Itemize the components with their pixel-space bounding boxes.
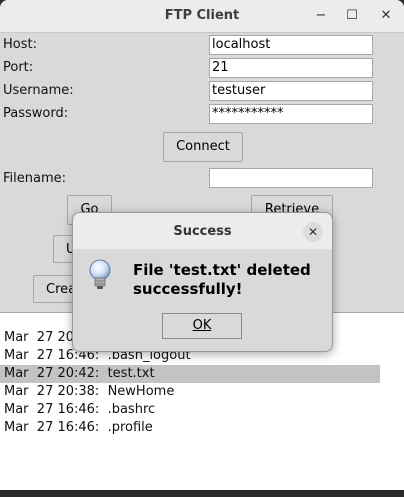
password-input[interactable]: ***********: [209, 104, 373, 124]
list-item[interactable]: Mar 27 16:46: .bashrc: [0, 401, 380, 419]
maximize-button[interactable]: ☐: [342, 6, 362, 26]
dialog-close-button[interactable]: ✕: [303, 222, 323, 242]
host-label: Host:: [3, 37, 37, 52]
connect-button[interactable]: Connect: [163, 132, 243, 162]
list-item-selected[interactable]: Mar 27 20:42: test.txt: [0, 365, 380, 383]
ok-button[interactable]: OK: [162, 313, 242, 339]
dialog-title: Success: [73, 213, 332, 249]
filename-label: Filename:: [3, 171, 67, 186]
success-dialog: Success ✕ File 'test.txt' deleted succes…: [72, 212, 333, 352]
host-input[interactable]: localhost: [209, 35, 373, 55]
list-item[interactable]: Mar 27 16:46: .profile: [0, 419, 380, 437]
minimize-button[interactable]: −: [311, 6, 331, 26]
password-label: Password:: [3, 106, 69, 121]
dialog-message: File 'test.txt' deleted successfully!: [133, 261, 311, 298]
port-input[interactable]: 21: [209, 58, 373, 78]
port-label: Port:: [3, 60, 34, 75]
info-lightbulb-icon: [87, 259, 113, 295]
username-label: Username:: [3, 83, 74, 98]
close-button[interactable]: ✕: [376, 6, 396, 26]
titlebar: FTP Client − ☐ ✕: [0, 0, 404, 33]
username-input[interactable]: testuser: [209, 81, 373, 101]
filename-input[interactable]: [209, 168, 373, 188]
list-item[interactable]: Mar 27 20:38: NewHome: [0, 383, 380, 401]
ok-label: OK: [192, 318, 212, 333]
